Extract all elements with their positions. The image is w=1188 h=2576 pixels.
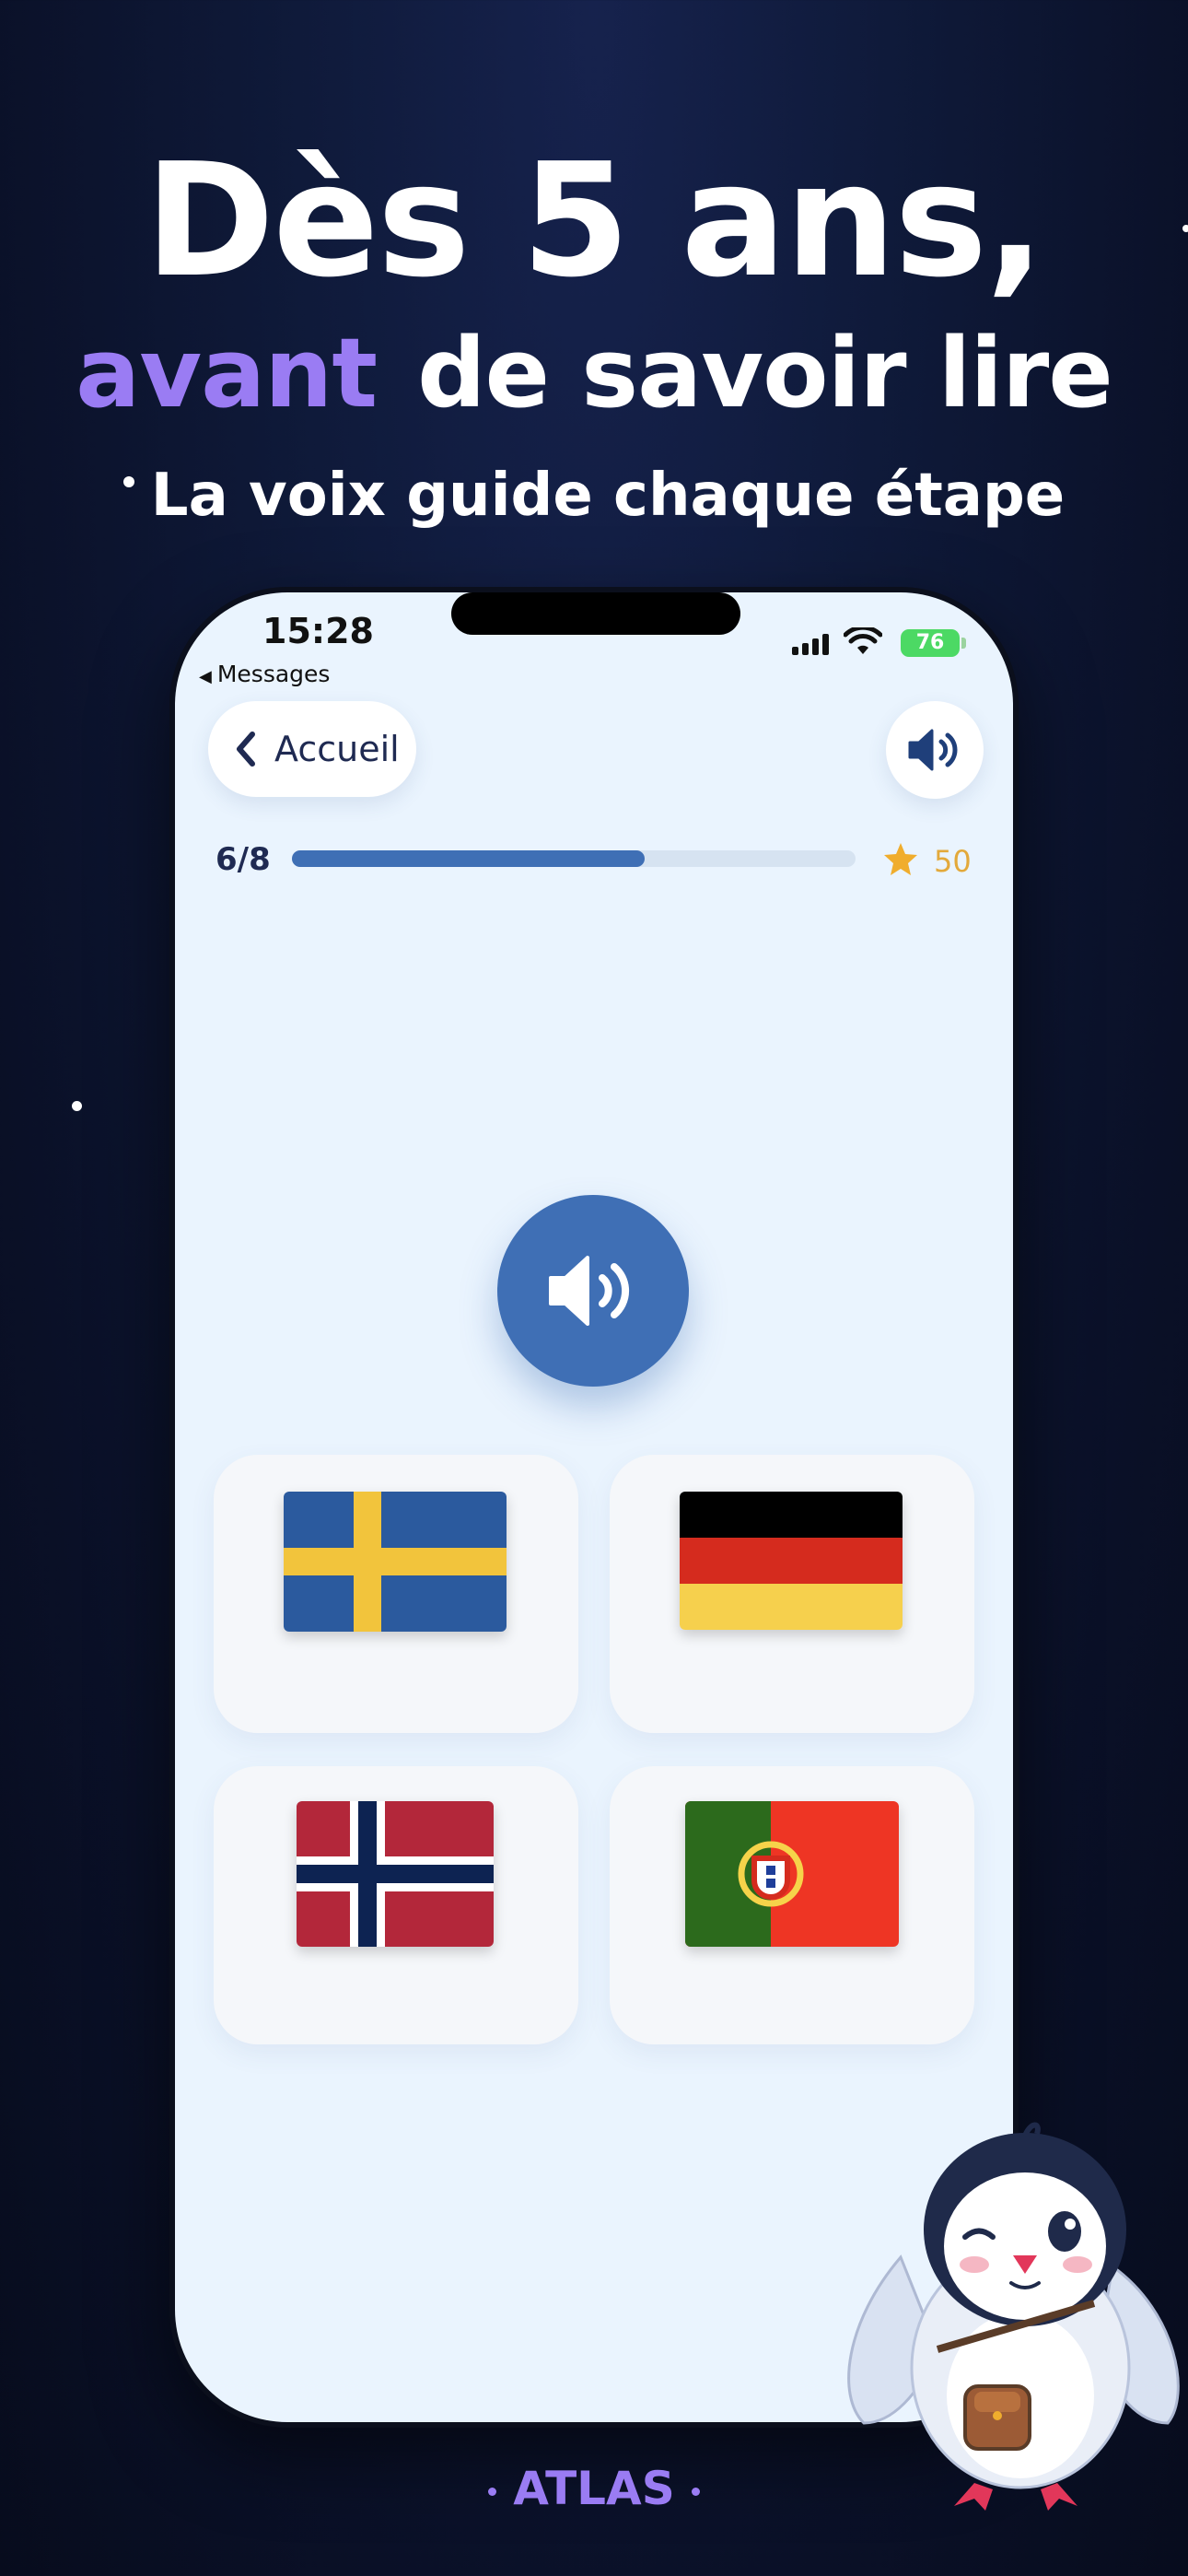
brand-dot <box>691 2488 700 2496</box>
hero-subtitle-text: La voix guide chaque étape <box>150 462 1066 530</box>
cellular-signal-icon <box>792 633 833 655</box>
wifi-icon <box>844 627 882 654</box>
status-time: 15:28 <box>262 611 374 651</box>
portugal-flag <box>685 1801 899 1947</box>
dynamic-island <box>451 592 740 635</box>
sweden-flag <box>284 1492 507 1632</box>
norway-flag <box>297 1801 494 1947</box>
battery-tip <box>961 638 966 649</box>
score-value: 50 <box>934 844 972 879</box>
status-back-link[interactable]: ◀ Messages <box>199 661 330 687</box>
status-back-label: Messages <box>216 661 331 687</box>
brand-dot <box>488 2488 497 2496</box>
speaker-icon <box>549 1256 630 1326</box>
back-button-label: Accueil <box>274 729 400 769</box>
battery-icon: 76 <box>901 629 960 657</box>
hero-title: Dès 5 ans, <box>145 130 1045 312</box>
progress-bar <box>292 850 856 867</box>
background-star <box>72 1101 82 1111</box>
progress-bar-fill <box>292 850 645 867</box>
speaker-icon <box>908 729 958 771</box>
play-audio-button[interactable] <box>497 1195 689 1387</box>
answer-card-portugal[interactable] <box>610 1766 974 2044</box>
answer-card-germany[interactable] <box>610 1455 974 1733</box>
brand-name: ATLAS <box>513 2462 675 2515</box>
back-triangle-icon: ◀ <box>199 667 212 686</box>
germany-flag <box>680 1492 903 1630</box>
answer-card-sweden[interactable] <box>214 1455 578 1733</box>
hero-title-accent: avant <box>76 317 378 429</box>
hero-subtitle: La voix guide chaque étape <box>0 459 1188 533</box>
hero-title-line2: avant de savoir lire <box>0 318 1188 428</box>
mascot-penguin-illustration <box>847 2122 1180 2511</box>
back-button[interactable]: Accueil <box>208 701 416 797</box>
bullet-dot <box>122 476 134 488</box>
answer-card-norway[interactable] <box>214 1766 578 2044</box>
star-icon <box>884 843 917 875</box>
sound-toggle-button[interactable] <box>886 701 984 799</box>
brand-footer: ATLAS <box>0 2462 1188 2515</box>
hero-title-rest: de savoir lire <box>417 317 1113 429</box>
chevron-left-icon <box>237 732 255 767</box>
progress-count: 6/8 <box>215 841 271 878</box>
